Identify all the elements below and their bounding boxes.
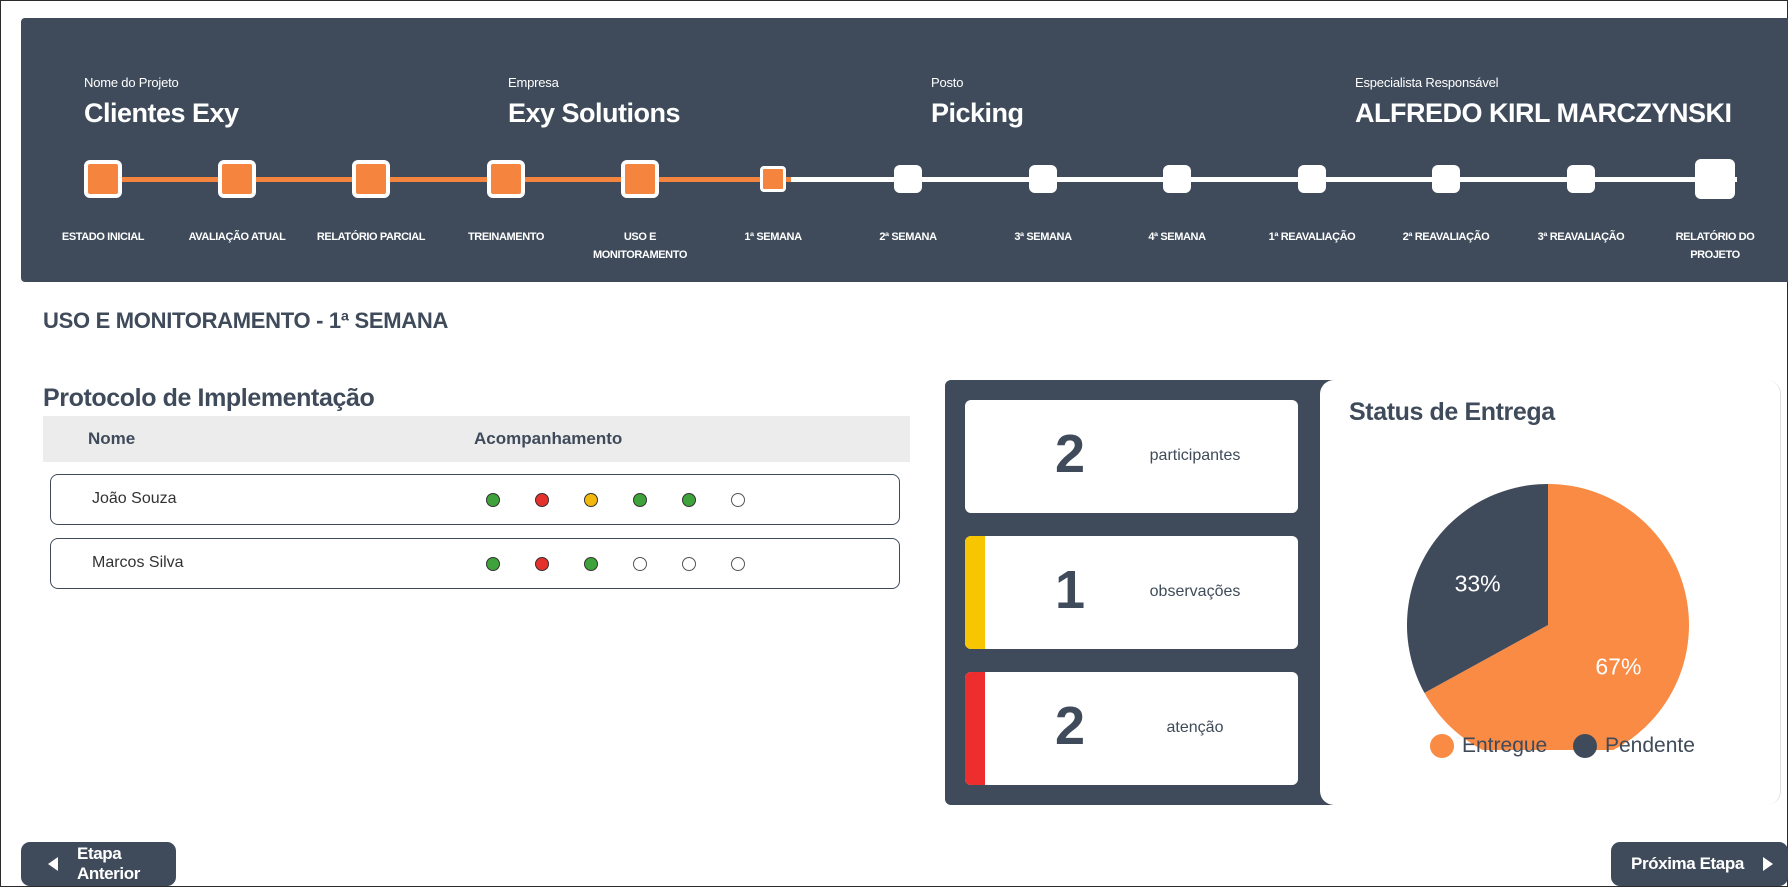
step-marker[interactable] bbox=[487, 160, 525, 198]
step-marker[interactable] bbox=[760, 166, 786, 192]
step-marker[interactable] bbox=[1163, 165, 1191, 193]
company-info: Empresa Exy Solutions bbox=[508, 75, 681, 129]
protocol-table-header: Nome Acompanhamento bbox=[43, 416, 910, 462]
status-dot-green bbox=[486, 493, 500, 507]
step-label: RELATÓRIO DO PROJETO bbox=[1675, 231, 1755, 261]
step-label: AVALIAÇÃO ATUAL bbox=[188, 231, 286, 243]
status-dot-green bbox=[486, 557, 500, 571]
step-marker[interactable] bbox=[1432, 165, 1460, 193]
legend-item-delivered: Entregue bbox=[1430, 734, 1547, 758]
column-header-tracking: Acompanhamento bbox=[474, 429, 623, 448]
step-marker[interactable] bbox=[621, 160, 659, 198]
project-label: Nome do Projeto bbox=[84, 75, 179, 90]
post-label: Posto bbox=[931, 75, 964, 90]
status-dot-green bbox=[584, 557, 598, 571]
status-dot-red bbox=[535, 557, 549, 571]
specialist-name: ALFREDO KIRL MARCZYNSKI bbox=[1355, 98, 1732, 128]
caret-right-icon bbox=[1762, 857, 1773, 871]
project-name: Clientes Exy bbox=[84, 98, 239, 128]
step-label: 2ª SEMANA bbox=[879, 231, 937, 243]
step-marker[interactable] bbox=[84, 160, 122, 198]
pie-slice-label: 33% bbox=[1455, 570, 1501, 596]
status-dot-empty bbox=[633, 557, 647, 571]
stat-card-observations: 1 observações bbox=[965, 536, 1298, 649]
table-row[interactable]: João Souza bbox=[50, 474, 900, 525]
delivery-status-title: Status de Entrega bbox=[1349, 398, 1555, 426]
column-header-name: Nome bbox=[88, 429, 136, 448]
status-dot-green bbox=[633, 493, 647, 507]
step-marker[interactable] bbox=[1695, 159, 1735, 199]
next-step-button[interactable]: Próxima Etapa bbox=[1611, 842, 1788, 886]
step-marker[interactable] bbox=[352, 160, 390, 198]
project-info: Nome do Projeto Clientes Exy bbox=[84, 75, 239, 129]
delivery-status-panel: Status de Entrega 67% 33% Entregue Penden… bbox=[1320, 380, 1781, 805]
previous-step-label: Etapa Anterior bbox=[77, 844, 140, 883]
step-marker[interactable] bbox=[1567, 165, 1595, 193]
step-label: 1ª REAVALIAÇÃO bbox=[1268, 231, 1356, 243]
stat-card-participants: 2 participantes bbox=[965, 400, 1298, 513]
protocol-title: Protocolo de Implementação bbox=[43, 384, 375, 412]
project-header: Nome do Projeto Clientes Exy Empresa Exy… bbox=[21, 18, 1788, 282]
status-dot-empty bbox=[682, 557, 696, 571]
step-label: RELATÓRIO PARCIAL bbox=[316, 231, 426, 243]
step-marker[interactable] bbox=[218, 160, 256, 198]
stat-label: atenção bbox=[1166, 719, 1224, 736]
stat-value: 2 bbox=[1054, 424, 1086, 484]
legend-swatch-delivered bbox=[1430, 734, 1454, 758]
stat-label: participantes bbox=[1149, 447, 1241, 464]
stepper-track-done bbox=[101, 177, 791, 182]
status-dot-empty bbox=[731, 493, 745, 507]
post-info: Posto Picking bbox=[931, 75, 1024, 129]
status-dot-empty bbox=[731, 557, 745, 571]
stats-panel: 2 participantes 1 observações 2 atenção bbox=[945, 380, 1335, 805]
step-label: 1ª SEMANA bbox=[744, 231, 802, 243]
company-name: Exy Solutions bbox=[508, 98, 681, 128]
stat-value: 1 bbox=[1054, 560, 1086, 620]
status-dot-yellow bbox=[584, 493, 598, 507]
step-label: ESTADO INICIAL bbox=[61, 231, 145, 243]
page-title: USO E MONITORAMENTO - 1ª SEMANA bbox=[43, 308, 449, 333]
stat-accent bbox=[965, 536, 985, 649]
step-marker[interactable] bbox=[1298, 165, 1326, 193]
step-label: 3ª REAVALIAÇÃO bbox=[1537, 231, 1625, 243]
stat-card-attention: 2 atenção bbox=[965, 672, 1298, 785]
legend-label-delivered: Entregue bbox=[1462, 734, 1548, 757]
participant-name: João Souza bbox=[92, 490, 177, 507]
step-marker[interactable] bbox=[894, 165, 922, 193]
post-name: Picking bbox=[931, 98, 1024, 128]
step-label: 2ª REAVALIAÇÃO bbox=[1402, 231, 1490, 243]
participant-name: Marcos Silva bbox=[92, 554, 184, 571]
status-dot-green bbox=[682, 493, 696, 507]
stat-value: 2 bbox=[1054, 696, 1086, 756]
specialist-label: Especialista Responsável bbox=[1355, 75, 1499, 90]
stat-label: observações bbox=[1149, 583, 1241, 600]
status-dot-red bbox=[535, 493, 549, 507]
delivery-pie-chart: 67% 33% bbox=[1407, 484, 1689, 750]
step-label: TREINAMENTO bbox=[467, 231, 545, 243]
table-row[interactable]: Marcos Silva bbox=[50, 538, 900, 589]
step-label: 4ª SEMANA bbox=[1148, 231, 1206, 243]
step-label: USO E MONITORAMENTO bbox=[592, 231, 687, 261]
stat-accent bbox=[965, 672, 985, 785]
step-label: 3ª SEMANA bbox=[1014, 231, 1072, 243]
legend-swatch-pending bbox=[1573, 734, 1597, 758]
previous-step-button[interactable]: Etapa Anterior bbox=[21, 842, 176, 886]
legend-item-pending: Pendente bbox=[1573, 734, 1695, 758]
legend-label-pending: Pendente bbox=[1605, 734, 1695, 757]
caret-left-icon bbox=[48, 857, 58, 871]
stat-accent bbox=[965, 400, 985, 513]
step-marker[interactable] bbox=[1029, 165, 1057, 193]
pie-slice-label: 67% bbox=[1595, 654, 1641, 680]
company-label: Empresa bbox=[508, 75, 559, 90]
specialist-info: Especialista Responsável ALFREDO KIRL MA… bbox=[1355, 75, 1732, 129]
next-step-label: Próxima Etapa bbox=[1631, 854, 1744, 873]
